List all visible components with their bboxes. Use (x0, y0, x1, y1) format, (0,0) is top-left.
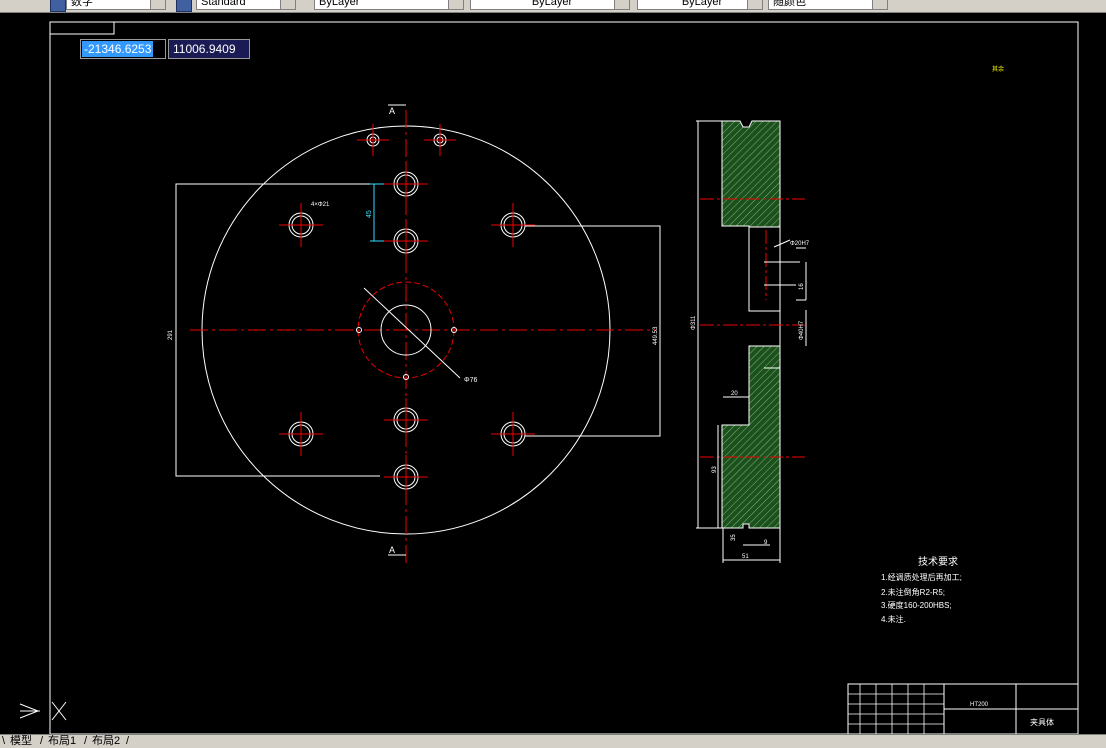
linetype-value: ByLayer (531, 0, 573, 8)
tech-title: 技术要求 (918, 555, 958, 568)
drawing-canvas[interactable]: A A 4×Φ21 Φ76 291 449.53 45 其余 Φ311 Φ20H… (0, 13, 1106, 734)
color-combo[interactable]: ByLayer (314, 0, 464, 10)
center-dia-label: Φ76 (464, 377, 477, 384)
tech-item-2: 2.未注倒角R2-R5; (881, 587, 945, 597)
dim-style-combo[interactable]: Standard (196, 0, 296, 10)
tech-item-1: 1.经调质处理后再加工; (881, 572, 962, 582)
tab-layout2[interactable]: 布局2 (90, 735, 122, 748)
side-dim-d4: 20 (731, 391, 738, 397)
dim-right-vertical: 449.53 (653, 326, 659, 345)
text-style-combo[interactable]: 数字 (66, 0, 166, 10)
tab-layout1[interactable]: 布局1 (46, 735, 78, 748)
color-value: ByLayer (319, 0, 360, 8)
chevron-down-icon[interactable] (150, 0, 165, 9)
lineweight-value: ByLayer (681, 0, 723, 8)
dynamic-input-y[interactable]: 11006.9409 (168, 39, 250, 59)
front-view (175, 104, 661, 565)
dynamic-input-x[interactable]: -21346.6253 (80, 39, 166, 59)
side-dim-d1: Φ311 (691, 315, 697, 330)
coord-x-value: -21346.6253 (82, 41, 154, 57)
side-dim-d5: 93 (712, 466, 718, 473)
linetype-combo[interactable]: ByLayer (470, 0, 630, 10)
section-mark-bottom: A (389, 545, 395, 555)
side-dim-d9: 16 (799, 283, 805, 290)
title-part-name: 夹具体 (1030, 717, 1054, 727)
dim-style-value: Standard (201, 0, 246, 8)
ucs-icon (19, 701, 67, 721)
chevron-down-icon[interactable] (280, 0, 295, 9)
text-style-value: 数字 (71, 0, 93, 8)
chevron-down-icon[interactable] (872, 0, 887, 9)
roughness-note: 其余 (992, 65, 1004, 73)
chevron-down-icon[interactable] (448, 0, 463, 9)
chevron-down-icon[interactable] (747, 0, 762, 9)
properties-toolbar: 数字 Standard ByLayer ByLayer ByLayer 随颜色 (0, 0, 1106, 13)
tech-item-3: 3.硬度160-200HBS; (881, 600, 952, 610)
side-dim-d6: 51 (742, 554, 749, 560)
sheet-border (49, 21, 1079, 734)
dim-45: 45 (366, 210, 373, 218)
layout-tabs: \ 模型 / 布局1 / 布局2 / (0, 734, 1106, 748)
side-dim-d7: 35 (731, 534, 737, 541)
chevron-down-icon[interactable] (614, 0, 629, 9)
side-dim-d2: Φ20H7 (790, 241, 810, 247)
side-dim-d3: Φ40H7 (799, 320, 805, 340)
section-mark-top: A (389, 106, 395, 116)
tab-model[interactable]: 模型 (8, 735, 34, 748)
plotstyle-value: 随颜色 (773, 0, 806, 8)
text-style-icon[interactable] (50, 0, 66, 12)
lineweight-combo[interactable]: ByLayer (637, 0, 763, 10)
tech-item-4: 4.未注. (881, 614, 906, 624)
coord-y-value: 11006.9409 (173, 42, 236, 56)
section-view (696, 120, 807, 563)
plotstyle-combo[interactable]: 随颜色 (768, 0, 888, 10)
title-material: HT200 (970, 702, 989, 708)
dim-style-icon[interactable] (176, 0, 192, 12)
dim-left-vertical: 291 (168, 329, 174, 340)
hole-note: 4×Φ21 (311, 202, 330, 208)
